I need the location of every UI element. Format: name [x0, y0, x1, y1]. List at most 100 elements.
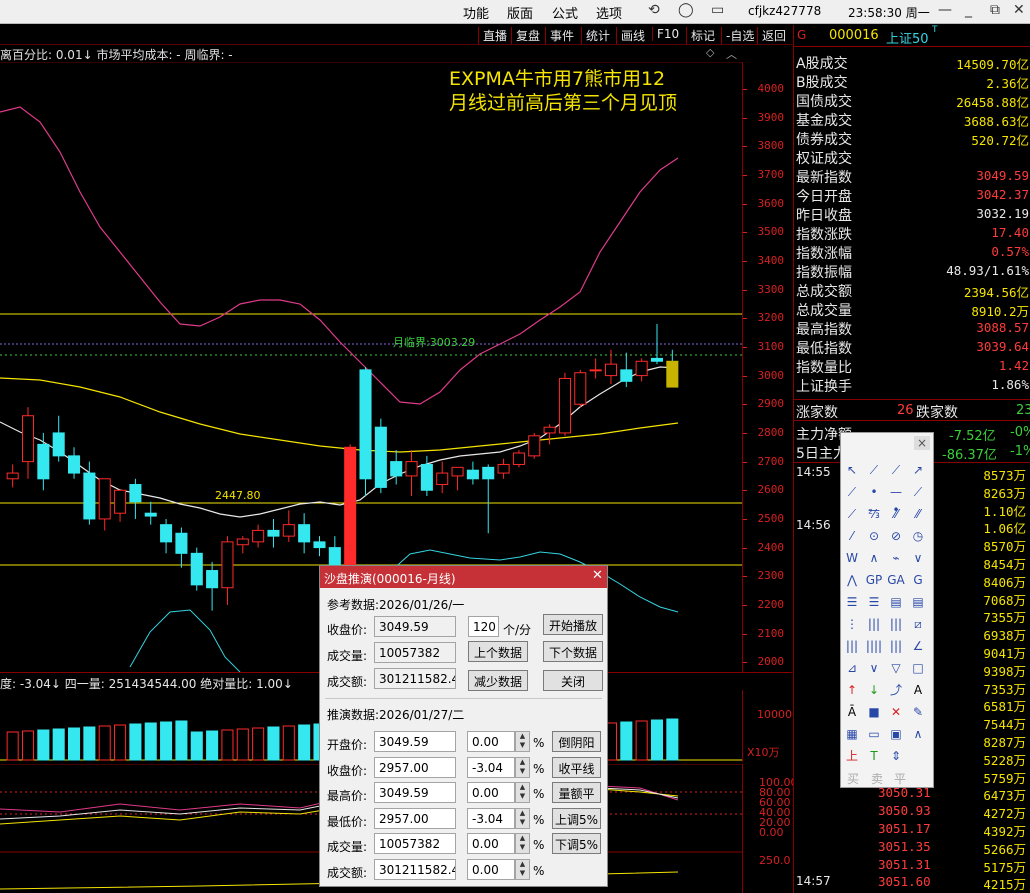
- cycle-tool-icon[interactable]: |||: [865, 615, 883, 633]
- triangle-tool-icon[interactable]: ▽: [887, 659, 905, 677]
- sim-value-field[interactable]: 301211582.46: [374, 858, 456, 880]
- text-tool-icon[interactable]: A: [909, 681, 927, 699]
- trend-arrow-tool-icon[interactable]: ⤴: [887, 681, 905, 699]
- note-tool-icon[interactable]: ▣: [887, 725, 905, 743]
- arc-tool-icon[interactable]: ◷: [909, 527, 927, 545]
- sim-pct-field[interactable]: -3.04: [467, 807, 515, 829]
- chevron-up-icon[interactable]: ︿: [726, 46, 737, 62]
- ga-tool-icon[interactable]: GA: [887, 571, 905, 589]
- point-line-tool-icon[interactable]: •—: [865, 483, 883, 517]
- sim-value-field[interactable]: 3049.59: [374, 731, 456, 752]
- sim-action-button[interactable]: 量额平: [552, 782, 601, 803]
- tb-mark[interactable]: 标记: [686, 27, 719, 44]
- angle-tool-icon[interactable]: ∠: [909, 637, 927, 655]
- ellipse-tool-icon[interactable]: ⊘: [887, 527, 905, 545]
- line-tool-icon[interactable]: ⟋: [865, 461, 883, 479]
- sim-pct-field[interactable]: 0.00: [467, 833, 515, 854]
- cycle2-tool-icon[interactable]: |||: [887, 615, 905, 633]
- dialog-close-icon[interactable]: ✕: [592, 568, 603, 583]
- delete-tool-icon[interactable]: ✕: [887, 703, 905, 721]
- block-tool-icon[interactable]: ■: [865, 703, 883, 721]
- wave-tool-icon[interactable]: W: [843, 549, 861, 567]
- updown-tool-icon[interactable]: ⇕: [887, 747, 905, 765]
- minimize-icon[interactable]: —: [938, 2, 952, 18]
- fib-ratio-tool-icon[interactable]: ⅔: [865, 505, 883, 523]
- fibo2-tool-icon[interactable]: ☰: [865, 593, 883, 611]
- sim-action-button[interactable]: 收平线: [552, 756, 601, 778]
- down-arrow-tool-icon[interactable]: ↓: [865, 681, 883, 699]
- channel-tool-icon[interactable]: ⁄⁄: [887, 505, 905, 523]
- close-icon[interactable]: ✕: [1013, 2, 1025, 18]
- sim-spinner[interactable]: ▲ ▼: [515, 833, 530, 854]
- tb-replay[interactable]: 复盘: [511, 27, 544, 44]
- zigzag-tool-icon[interactable]: ∧: [865, 549, 883, 567]
- chat-icon[interactable]: ◯: [678, 2, 694, 18]
- reduce-data-button[interactable]: 减少数据: [468, 670, 528, 691]
- label-tool-icon[interactable]: Ā: [843, 703, 861, 721]
- sim-value-field[interactable]: 2957.00: [374, 756, 456, 778]
- tb-events[interactable]: 事件: [545, 27, 578, 44]
- refresh-icon[interactable]: ⟲: [648, 2, 660, 18]
- curve-tool-icon[interactable]: ⌁: [887, 549, 905, 567]
- up-tool-icon[interactable]: 上: [843, 747, 861, 765]
- ref-amt-field[interactable]: 301211582.46: [374, 668, 456, 689]
- message-icon[interactable]: ▭: [711, 2, 724, 18]
- diamond-icon[interactable]: ◇: [706, 46, 714, 59]
- sim-pct-field[interactable]: 0.00: [467, 782, 515, 803]
- sim-value-field[interactable]: 2957.00: [374, 807, 456, 829]
- fan-tool-icon[interactable]: ⊿: [843, 659, 861, 677]
- fibo-tool-icon[interactable]: ☰: [843, 593, 861, 611]
- wave2-tool-icon[interactable]: ∧: [909, 725, 927, 743]
- tb-f10[interactable]: F10: [652, 27, 683, 41]
- circle-tool-icon[interactable]: ⊙: [865, 527, 883, 545]
- channel2-tool-icon[interactable]: ⁄⁄: [909, 505, 927, 523]
- sim-action-button[interactable]: 下调5%: [552, 833, 601, 854]
- box-tool-icon[interactable]: ⧄: [909, 615, 927, 633]
- parallel-tool-icon[interactable]: ⟋: [843, 505, 861, 523]
- ray-tool-icon[interactable]: ⟋: [887, 461, 905, 479]
- gp-tool-icon[interactable]: GP: [865, 571, 883, 589]
- vshape-tool-icon[interactable]: ∨: [909, 549, 927, 567]
- flag-tool-icon[interactable]: T: [865, 747, 883, 765]
- sim-value-field[interactable]: 10057382: [374, 833, 456, 854]
- grid-tool-icon[interactable]: ▤: [887, 593, 905, 611]
- time-lines-tool-icon[interactable]: ⋮: [843, 615, 861, 633]
- flat-tool[interactable]: 平: [894, 770, 906, 787]
- close-button[interactable]: 关闭: [543, 670, 603, 691]
- ref-vol-field[interactable]: 10057382: [374, 642, 456, 663]
- menu-layout[interactable]: 版面: [507, 3, 533, 22]
- dline-tool-icon[interactable]: ⟋: [909, 483, 927, 501]
- menu-function[interactable]: 功能: [463, 3, 489, 22]
- bars2-tool-icon[interactable]: ||||: [865, 637, 883, 655]
- sim-action-button[interactable]: 倒阴阳: [552, 731, 601, 752]
- bars3-tool-icon[interactable]: |||: [887, 637, 905, 655]
- grid2-tool-icon[interactable]: ▤: [909, 593, 927, 611]
- up-arrow-tool-icon[interactable]: ↑: [843, 681, 861, 699]
- hline-tool-icon[interactable]: —•: [887, 483, 905, 517]
- sim-action-button[interactable]: 上调5%: [552, 807, 601, 829]
- bars-tool-icon[interactable]: |||: [843, 637, 861, 655]
- table-tool-icon[interactable]: ▦: [843, 725, 861, 743]
- trend-tool-icon[interactable]: ⁄: [843, 527, 861, 545]
- arrow-line-tool-icon[interactable]: ↗: [909, 461, 927, 479]
- tb-stats[interactable]: 统计: [581, 27, 614, 44]
- play-button[interactable]: 开始播放: [543, 614, 603, 635]
- drawpanel-close-icon[interactable]: ×: [914, 436, 930, 450]
- ref-close-field[interactable]: 3049.59: [374, 616, 456, 637]
- sim-spinner[interactable]: ▲ ▼: [515, 756, 530, 778]
- segment-tool-icon[interactable]: ⟋: [843, 483, 861, 501]
- peak-tool-icon[interactable]: ⋀: [843, 571, 861, 589]
- tb-back[interactable]: 返回: [757, 27, 790, 44]
- sim-spinner[interactable]: ▲ ▼: [515, 731, 530, 752]
- buy-tool[interactable]: 买: [847, 770, 859, 787]
- restore-icon[interactable]: ⧉: [990, 2, 1000, 18]
- prev-data-button[interactable]: 上个数据: [468, 641, 528, 662]
- sim-spinner[interactable]: ▲ ▼: [515, 858, 530, 880]
- sell-tool[interactable]: 卖: [871, 770, 883, 787]
- tb-live[interactable]: 直播: [478, 27, 511, 44]
- ruler-tool-icon[interactable]: ▭: [865, 725, 883, 743]
- speed-field[interactable]: 120: [468, 616, 499, 637]
- down-tool-icon[interactable]: ∨: [865, 659, 883, 677]
- sim-spinner[interactable]: ▲ ▼: [515, 807, 530, 829]
- sim-pct-field[interactable]: 0.00: [467, 731, 515, 752]
